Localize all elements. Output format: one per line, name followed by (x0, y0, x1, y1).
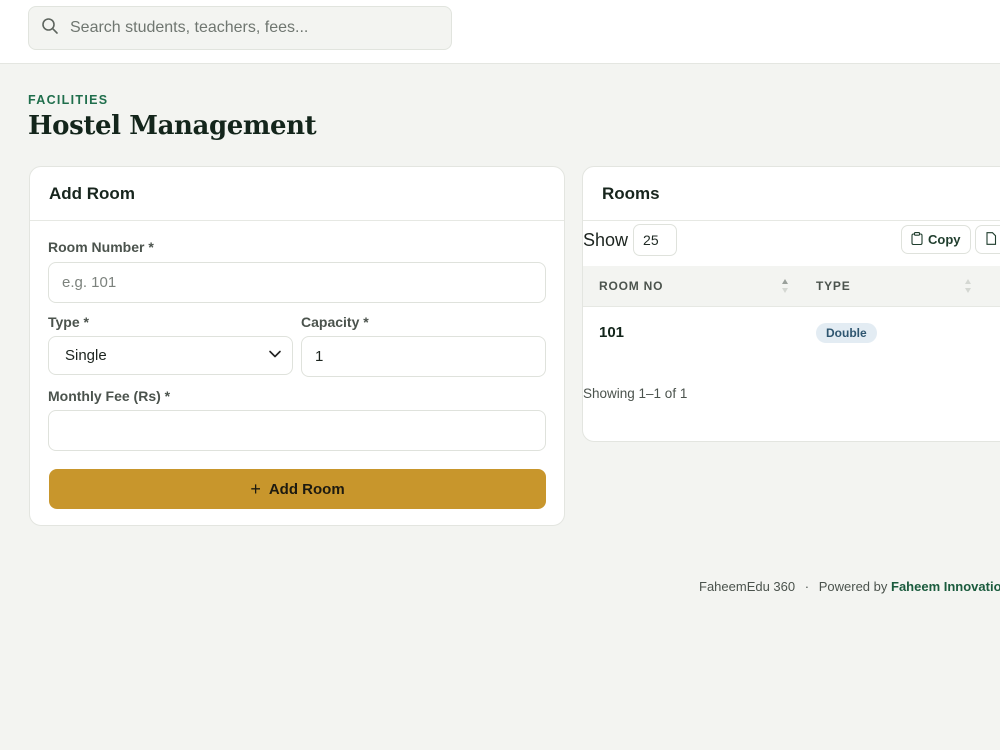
room-type-badge: Double (816, 323, 877, 343)
section-eyebrow: FACILITIES (28, 93, 109, 107)
footer: FaheemEdu 360 · Powered by Faheem Innova… (699, 579, 1000, 594)
rooms-card: Rooms Show 25 Copy ROOM NO TYPE 101 Doub… (582, 166, 1000, 442)
page-title: Hostel Management (28, 111, 317, 141)
monthly-fee-label: Monthly Fee (Rs) * (48, 388, 171, 404)
room-number-placeholder: e.g. 101 (62, 274, 117, 291)
capacity-value: 1 (315, 348, 324, 365)
table-header: ROOM NO TYPE (583, 266, 1000, 307)
table-info: Showing 1–1 of 1 (583, 386, 688, 401)
column-header-type[interactable]: TYPE (816, 279, 851, 293)
page-size-value: 25 (643, 232, 659, 248)
show-label: Show (583, 229, 629, 250)
footer-powered-by: Powered by (818, 579, 888, 594)
type-select-value: Single (65, 347, 107, 364)
top-bar: Search students, teachers, fees... (0, 0, 1000, 64)
capacity-label: Capacity * (301, 314, 369, 330)
footer-separator: · (804, 579, 810, 594)
plus-icon: + (250, 479, 261, 499)
type-select[interactable]: Single (48, 336, 293, 375)
add-room-card: Add Room Room Number * e.g. 101 Type * S… (29, 166, 565, 526)
add-room-title: Add Room (30, 167, 564, 221)
export-button[interactable] (975, 225, 1000, 254)
capacity-field[interactable]: 1 (301, 336, 546, 377)
sort-icon[interactable] (964, 277, 972, 295)
room-number-field[interactable]: e.g. 101 (48, 262, 546, 303)
page-size-select[interactable]: 25 (633, 224, 678, 256)
page-size-control: Show 25 (583, 224, 678, 256)
add-room-button[interactable]: + Add Room (49, 469, 546, 509)
monthly-fee-field[interactable] (48, 410, 546, 451)
add-room-button-label: Add Room (268, 480, 345, 498)
sort-icon[interactable] (781, 277, 789, 295)
type-label: Type * (48, 314, 89, 330)
column-header-room-no[interactable]: ROOM NO (599, 279, 663, 293)
copy-button-label: Copy (928, 232, 961, 247)
search-icon (41, 17, 59, 40)
footer-app-name: FaheemEdu 360 (699, 579, 796, 594)
search-input[interactable]: Search students, teachers, fees... (28, 6, 452, 50)
room-number-label: Room Number * (48, 239, 154, 255)
footer-company-link[interactable]: Faheem Innovations (891, 579, 1000, 594)
rooms-title: Rooms (583, 167, 1000, 221)
room-number-cell: 101 (599, 324, 625, 341)
clipboard-icon (911, 231, 928, 248)
chevron-down-icon (268, 347, 282, 365)
copy-button[interactable]: Copy (901, 225, 971, 254)
file-icon (985, 231, 1000, 248)
search-placeholder: Search students, teachers, fees... (70, 19, 309, 36)
